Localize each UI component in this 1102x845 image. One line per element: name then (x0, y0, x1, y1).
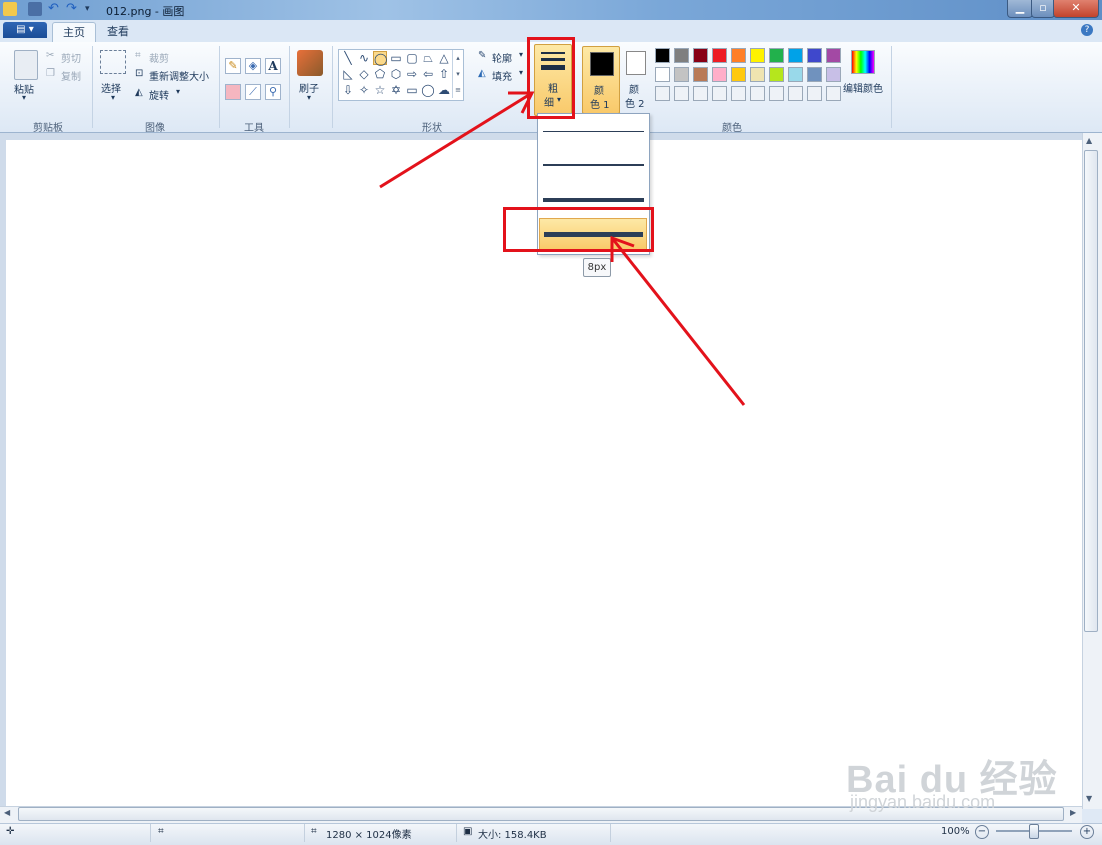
annotation-arrows (379, 91, 746, 406)
annotation-arrow-1 (379, 91, 533, 189)
watermark-url: jingyan.baidu.com (850, 792, 996, 812)
annotation-arrow-2 (610, 237, 746, 406)
